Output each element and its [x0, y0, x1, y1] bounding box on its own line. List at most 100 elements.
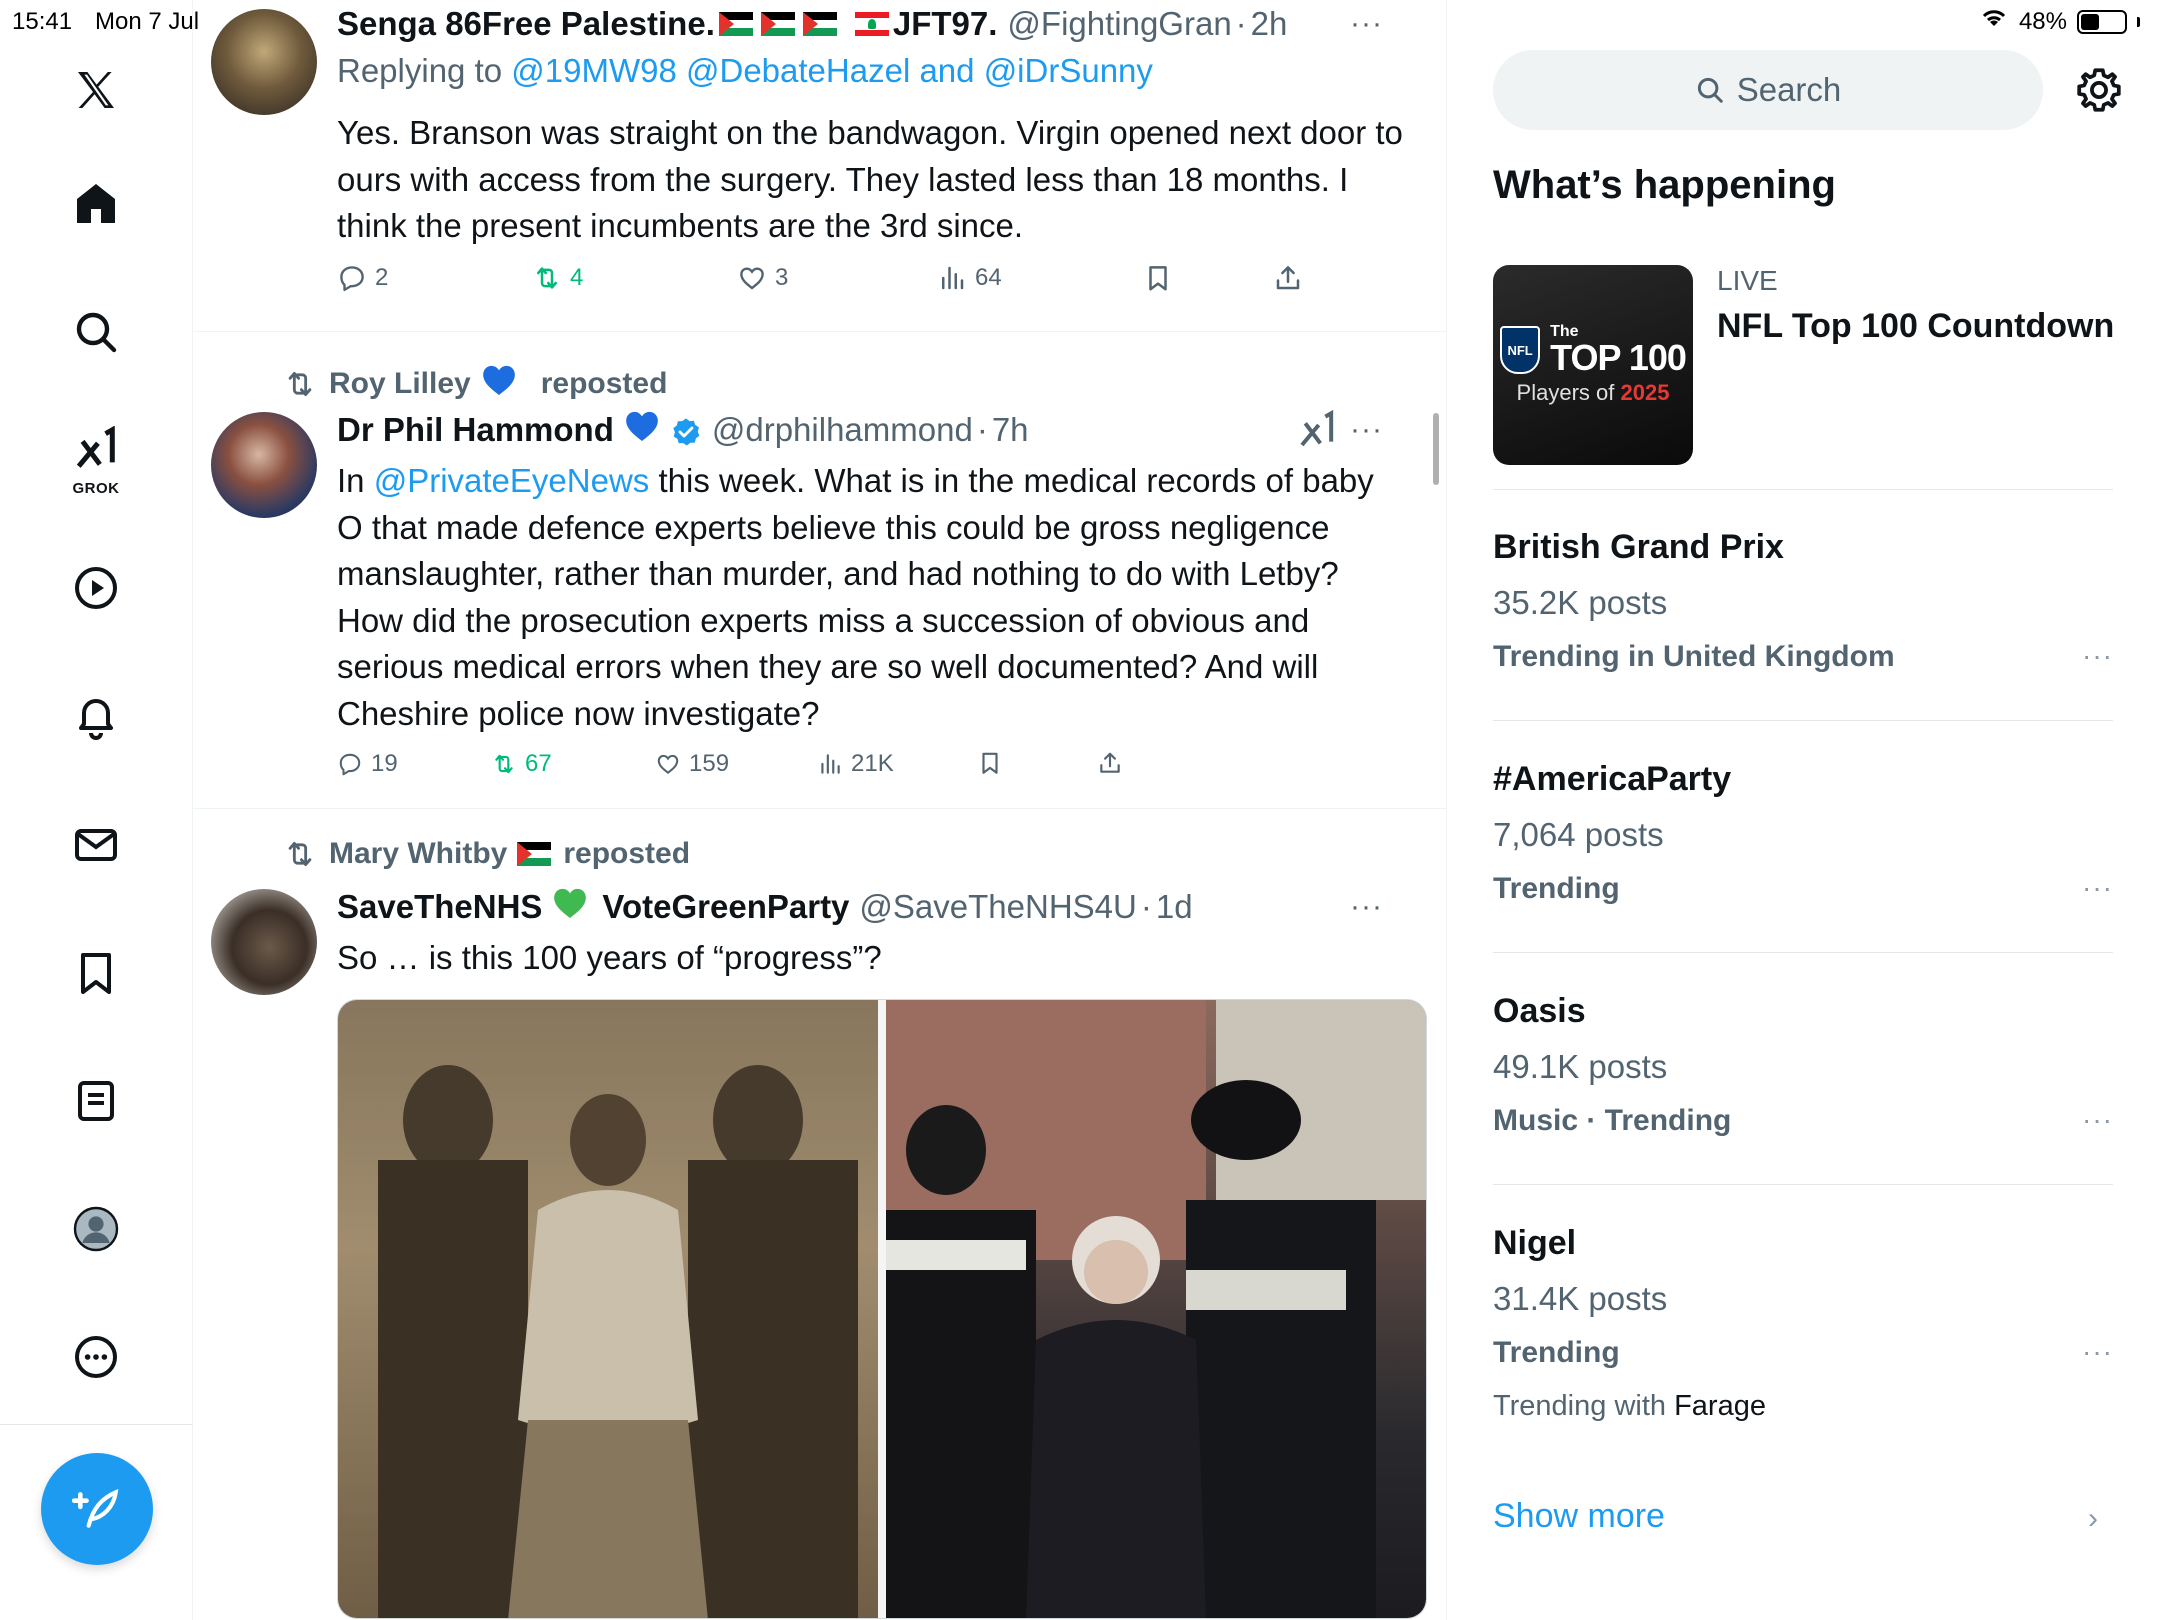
replying-mention-last[interactable]: @iDrSunny: [984, 52, 1153, 89]
divider: [1493, 489, 2113, 490]
views-button[interactable]: 64: [937, 263, 1002, 293]
profile-avatar-icon[interactable]: [56, 1189, 136, 1269]
trend-more-icon[interactable]: ···: [2082, 872, 2113, 904]
reply-count: 19: [371, 750, 398, 777]
search-input[interactable]: Search: [1493, 50, 2043, 130]
timestamp[interactable]: 7h: [992, 411, 1029, 449]
handle[interactable]: @SaveTheNHS4U: [859, 888, 1136, 926]
views-button[interactable]: 21K: [817, 750, 894, 778]
like-button[interactable]: 3: [737, 263, 788, 293]
display-name[interactable]: Senga 86Free Palestine.: [337, 5, 715, 43]
palestine-flag-icon: [760, 12, 795, 36]
verified-badge-icon[interactable]: [662, 411, 702, 449]
messages-envelope-icon[interactable]: [56, 805, 136, 885]
notifications-bell-icon[interactable]: [56, 676, 136, 756]
more-options-icon[interactable]: [56, 1317, 136, 1397]
x-logo-icon[interactable]: [56, 50, 136, 130]
more-options-icon[interactable]: ···: [1350, 7, 1383, 41]
trend-post-count: 35.2K posts: [1493, 584, 1668, 621]
timestamp[interactable]: 2h: [1251, 5, 1288, 43]
palestine-flag-icon: [802, 12, 837, 36]
grok-icon[interactable]: [1297, 409, 1337, 458]
reply-button[interactable]: 19: [337, 750, 398, 778]
trend-item[interactable]: Oasis 49.1K posts Music · Trending ···: [1493, 992, 2113, 1182]
like-count: 3: [775, 264, 789, 291]
reply-icon: [340, 266, 364, 292]
display-name-suffix[interactable]: VoteGreenParty: [602, 888, 849, 926]
tweet-reply[interactable]: Senga 86Free Palestine. JFT97. @Fighting…: [193, 0, 1446, 332]
media-photo-historic: [338, 1000, 878, 1618]
blue-heart-icon: [622, 406, 662, 454]
trend-more-icon[interactable]: ···: [2082, 1104, 2113, 1136]
like-button[interactable]: 159: [655, 750, 729, 778]
settings-gear-icon[interactable]: [2074, 65, 2124, 115]
bookmark-button[interactable]: [1143, 263, 1173, 293]
handle[interactable]: @FightingGran: [1007, 5, 1231, 43]
more-options-icon[interactable]: ···: [1350, 890, 1383, 924]
video-play-icon[interactable]: [56, 548, 136, 628]
palestine-flag-icon: [718, 12, 753, 36]
bookmarks-icon[interactable]: [56, 933, 136, 1013]
trend-context: Trending: [1493, 1336, 1620, 1369]
tweet-header: SaveTheNHS VoteGreenParty @SaveTheNHS4U …: [337, 885, 1407, 929]
home-icon[interactable]: [56, 163, 136, 243]
reply-button[interactable]: 2: [337, 263, 388, 293]
handle[interactable]: @drphilhammond: [712, 411, 973, 449]
reposted-label: reposted: [563, 837, 691, 870]
compose-post-button[interactable]: [41, 1453, 153, 1565]
timeline[interactable]: Senga 86Free Palestine. JFT97. @Fighting…: [193, 0, 1447, 1620]
trend-item[interactable]: Nigel 31.4K posts Trending ··· Trending …: [1493, 1224, 2113, 1464]
avatar[interactable]: [211, 412, 317, 518]
avatar[interactable]: [211, 9, 317, 115]
repost-button[interactable]: 67: [491, 750, 552, 778]
display-name-suffix[interactable]: JFT97.: [893, 5, 998, 43]
green-heart-icon: [550, 883, 590, 931]
search-icon: [1697, 77, 1723, 103]
trend-name: Nigel: [1493, 1224, 1577, 1262]
reposted-by-name[interactable]: Roy Lilley: [329, 367, 471, 401]
trend-more-icon[interactable]: ···: [2082, 1336, 2113, 1368]
reposted-label: reposted: [540, 367, 668, 400]
lists-icon[interactable]: [56, 1061, 136, 1141]
explore-search-icon[interactable]: [56, 292, 136, 372]
share-button[interactable]: [1273, 263, 1303, 293]
like-heart-icon: [740, 267, 764, 290]
media-photo-modern: [886, 1000, 1426, 1618]
tweet-mention[interactable]: @PrivateEyeNews: [374, 462, 650, 499]
live-title[interactable]: NFL Top 100 Countdown: [1717, 307, 2114, 346]
display-name[interactable]: Dr Phil Hammond: [337, 411, 614, 449]
trend-post-count: 31.4K posts: [1493, 1280, 1668, 1317]
more-options-icon[interactable]: ···: [1350, 413, 1383, 447]
repost-count: 67: [525, 750, 552, 777]
scrollbar[interactable]: [1433, 413, 1439, 485]
show-more-link[interactable]: Show more: [1493, 1497, 1665, 1536]
trend-related-value[interactable]: Farage: [1674, 1390, 1766, 1422]
trend-item[interactable]: British Grand Prix 35.2K posts Trending …: [1493, 528, 2113, 718]
grok-icon[interactable]: GROK: [56, 420, 136, 500]
trend-post-count: 7,064 posts: [1493, 816, 1664, 853]
replying-label: Replying to: [337, 52, 503, 89]
trend-name: British Grand Prix: [1493, 528, 1784, 566]
reposted-by-name[interactable]: Mary Whitby: [329, 837, 507, 871]
trend-name: Oasis: [1493, 992, 1586, 1030]
trend-item[interactable]: #AmericaParty 7,064 posts Trending ···: [1493, 760, 2113, 950]
trend-related: Trending with Farage: [1493, 1390, 1766, 1423]
bookmark-button[interactable]: [977, 750, 1003, 776]
share-button[interactable]: [1097, 750, 1123, 776]
avatar[interactable]: [211, 889, 317, 995]
like-count: 159: [689, 750, 730, 777]
tweet-repost-media[interactable]: Mary Whitby reposted SaveTheNHS VoteGree…: [193, 809, 1446, 1620]
chevron-right-icon[interactable]: ›: [2088, 1502, 2098, 1536]
timestamp[interactable]: 1d: [1156, 888, 1193, 926]
trend-more-icon[interactable]: ···: [2082, 640, 2113, 672]
repost-button[interactable]: 4: [532, 263, 583, 293]
trend-context: Trending in United Kingdom: [1493, 640, 1895, 673]
repost-icon: [495, 754, 513, 774]
tweet-actions: 19 67 159 21K: [337, 750, 1337, 790]
replying-mentions[interactable]: @19MW98 @DebateHazel: [511, 52, 910, 89]
tweet-media-image[interactable]: [337, 999, 1427, 1619]
display-name[interactable]: SaveTheNHS: [337, 888, 542, 926]
replying-and[interactable]: and: [919, 52, 974, 89]
live-event-card[interactable]: NFL The TOP 100 Players of 2025 LIVE NFL…: [1493, 265, 2114, 465]
tweet-repost[interactable]: Roy Lilley reposted Dr Phil Hammond @drp…: [193, 332, 1446, 809]
